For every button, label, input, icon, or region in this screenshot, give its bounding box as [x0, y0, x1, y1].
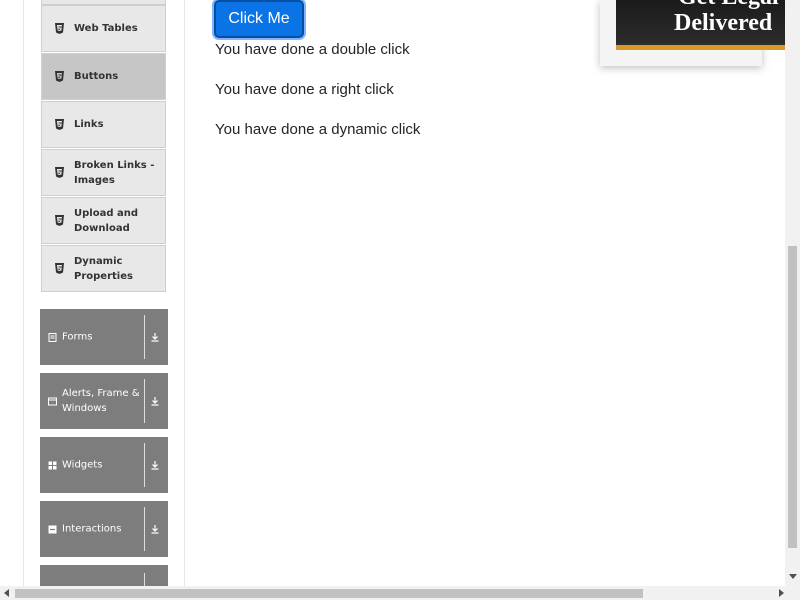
- window-icon: [48, 397, 57, 406]
- html5-icon: [54, 119, 65, 130]
- html5-icon: [54, 167, 65, 178]
- dynamic-click-message: You have done a dynamic click: [215, 121, 421, 138]
- vertical-scrollbar-thumb[interactable]: [788, 246, 797, 548]
- html5-icon: [54, 71, 65, 82]
- click-me-button[interactable]: Click Me: [214, 0, 304, 38]
- download-arrow-icon[interactable]: [149, 459, 161, 471]
- download-arrow-icon[interactable]: [149, 395, 161, 407]
- sidebar-item-links[interactable]: Links: [41, 101, 166, 148]
- right-click-message: You have done a right click: [215, 81, 394, 98]
- sidebar-group-forms[interactable]: Forms: [40, 309, 168, 365]
- download-arrow-icon[interactable]: [149, 331, 161, 343]
- sidebar-group-partial[interactable]: [40, 565, 168, 586]
- sidebar-group-label: Interactions: [62, 523, 122, 535]
- sidebar-item-label: Buttons: [74, 71, 119, 82]
- scroll-left-arrow-icon[interactable]: [4, 589, 9, 597]
- sidebar-group-interactions[interactable]: Interactions: [40, 501, 168, 557]
- divider: [144, 573, 145, 586]
- html5-icon: [54, 263, 65, 274]
- ad-line2: Delivered: [674, 10, 773, 36]
- sidebar-item-upload-download[interactable]: Upload and Download: [41, 197, 166, 244]
- divider: [144, 379, 145, 423]
- download-arrow-icon[interactable]: [149, 523, 161, 535]
- sidebar-item-label: Upload and Download: [74, 207, 138, 234]
- ad-image: Get Legal Delivered: [616, 0, 800, 50]
- ad-banner[interactable]: Get Legal Delivered: [600, 0, 800, 66]
- divider: [144, 443, 145, 487]
- sidebar-group-label: Alerts, Frame & Windows: [62, 388, 140, 414]
- scroll-down-arrow-icon[interactable]: [789, 574, 797, 579]
- grid-icon: [48, 461, 57, 470]
- sidebar-item-broken-links[interactable]: Broken Links - Images: [41, 149, 166, 196]
- scroll-right-arrow-icon[interactable]: [779, 589, 784, 597]
- sidebar-item-label: Broken Links - Images: [74, 159, 155, 186]
- sidebar-item-label: Dynamic Properties: [74, 255, 133, 282]
- sidebar-item-label: Links: [74, 119, 104, 130]
- sidebar-item-web-tables[interactable]: Web Tables: [41, 5, 166, 52]
- horizontal-scrollbar-thumb[interactable]: [15, 589, 643, 598]
- double-click-message: You have done a double click: [215, 41, 410, 58]
- left-sidebar: Web Tables Buttons Links Broken Links - …: [23, 0, 185, 586]
- html5-icon: [54, 23, 65, 34]
- interactions-icon: [48, 525, 57, 534]
- sidebar-item-dynamic-properties[interactable]: Dynamic Properties: [41, 245, 166, 292]
- sidebar-group-widgets[interactable]: Widgets: [40, 437, 168, 493]
- sidebar-group-label: Forms: [62, 331, 93, 343]
- sidebar-item-label: Web Tables: [74, 23, 138, 34]
- divider: [144, 507, 145, 551]
- sidebar-group-alerts-frame-windows[interactable]: Alerts, Frame & Windows: [40, 373, 168, 429]
- sidebar-item-buttons[interactable]: Buttons: [41, 53, 166, 100]
- document-icon: [48, 333, 57, 342]
- sidebar-group-label: Widgets: [62, 459, 103, 471]
- divider: [144, 315, 145, 359]
- html5-icon: [54, 215, 65, 226]
